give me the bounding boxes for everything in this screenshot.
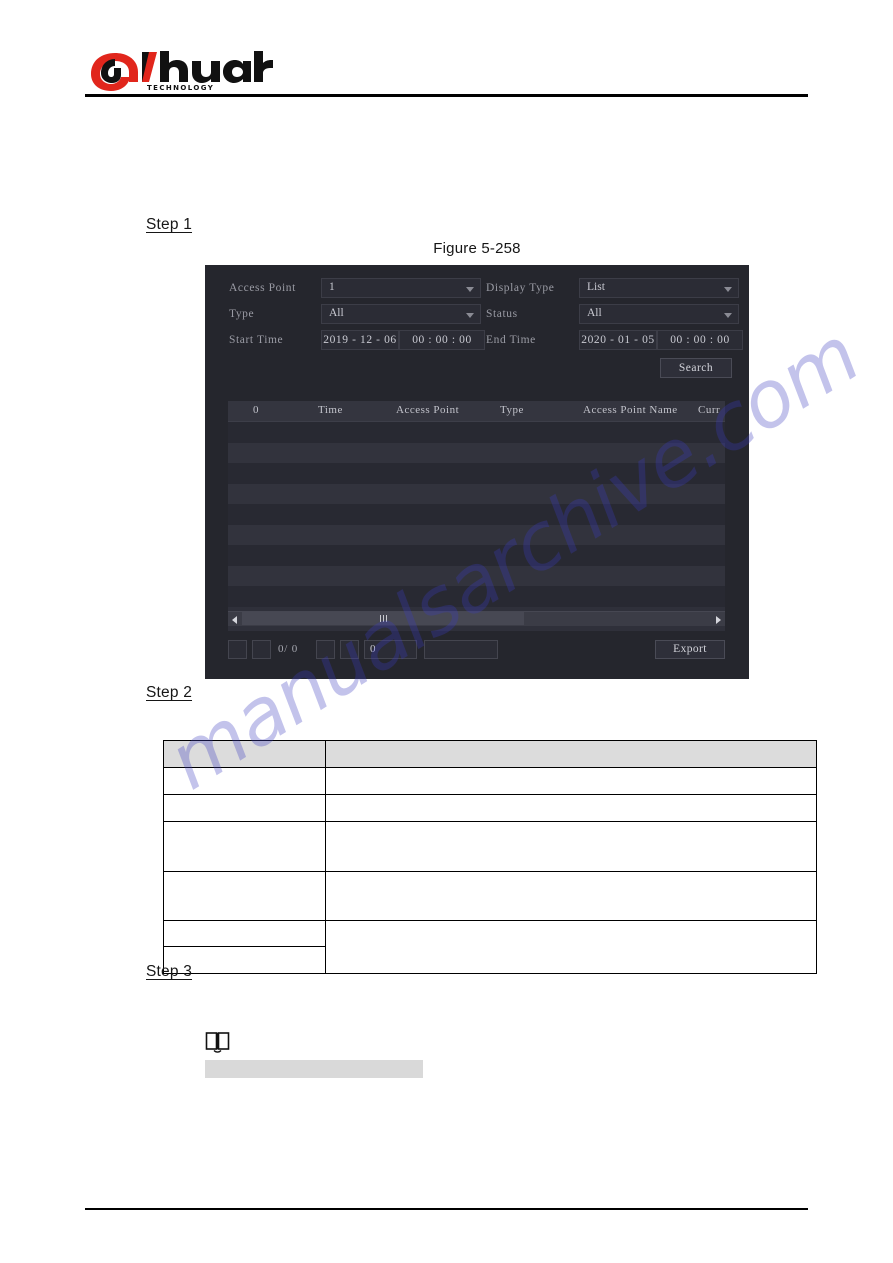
param-col-header-name	[163, 740, 326, 768]
table-row[interactable]	[228, 504, 725, 525]
table-row	[163, 767, 817, 795]
start-time-input[interactable]: 00 : 00 : 00	[399, 330, 485, 350]
page-header: TECHNOLOGY	[85, 44, 808, 97]
end-time-label: End Time	[486, 334, 536, 346]
table-header-row: 0 Time Access Point Type Access Point Name Cu…	[228, 401, 725, 422]
status-select[interactable]: All	[579, 304, 739, 324]
table-row[interactable]	[228, 586, 725, 607]
table-row	[163, 794, 817, 822]
chevron-down-icon	[724, 287, 732, 292]
access-point-select[interactable]: 1	[321, 278, 481, 298]
param-name-cell	[163, 920, 326, 947]
param-desc-cell	[325, 920, 817, 974]
horizontal-scrollbar[interactable]	[228, 611, 725, 626]
chevron-down-icon	[466, 313, 474, 318]
parameter-description-table	[163, 740, 817, 974]
display-type-label: Display Type	[486, 282, 555, 294]
table-row[interactable]	[228, 565, 725, 586]
step-1-label: Step 1	[146, 216, 193, 233]
column-header: Curr	[698, 404, 721, 416]
param-desc-cell	[325, 871, 817, 921]
column-header: Access Point	[396, 404, 460, 416]
first-page-button[interactable]	[228, 640, 247, 659]
access-records-table: 0 Time Access Point Type Access Point Name Cu…	[228, 401, 725, 631]
start-time-label: Start Time	[229, 334, 284, 346]
param-name-cell	[163, 871, 326, 921]
form-row-time-range: Start Time 2019 - 12 - 06 00 : 00 : 00 E…	[205, 330, 749, 356]
access-point-value: 1	[329, 281, 335, 293]
note-redacted-bar	[205, 1060, 423, 1078]
last-page-button[interactable]	[340, 640, 359, 659]
param-name-cell	[163, 794, 326, 822]
chevron-down-icon	[466, 287, 474, 292]
end-date-input[interactable]: 2020 - 01 - 05	[579, 330, 657, 350]
param-name-cell	[163, 821, 326, 872]
goto-page-button[interactable]	[424, 640, 498, 659]
display-type-value: List	[587, 281, 605, 293]
next-page-button[interactable]	[316, 640, 335, 659]
table-row[interactable]	[228, 422, 725, 443]
search-form: Access Point 1 Display Type List Type Al…	[205, 265, 749, 385]
scrollbar-thumb[interactable]	[242, 612, 524, 625]
start-date-input[interactable]: 2019 - 12 - 06	[321, 330, 399, 350]
access-point-label: Access Point	[229, 282, 296, 294]
column-header: Type	[500, 404, 524, 416]
type-label: Type	[229, 308, 255, 320]
status-value: All	[587, 307, 602, 319]
step-3-label: Step 3	[146, 963, 193, 980]
form-row-type: Type All Status All	[205, 304, 749, 330]
status-label: Status	[486, 308, 518, 320]
scroll-right-arrow-icon[interactable]	[711, 612, 725, 625]
footer-divider	[85, 1208, 808, 1210]
table-row	[163, 920, 817, 974]
page-count-label: 0/ 0	[278, 643, 299, 655]
param-col-header-description	[325, 740, 817, 768]
step-2-label: Step 2	[146, 684, 193, 701]
book-icon	[205, 1031, 231, 1055]
export-button[interactable]: Export	[655, 640, 725, 659]
device-ui-panel: Access Point 1 Display Type List Type Al…	[205, 265, 749, 679]
pagination-bar: 0/ 0 0 Export	[228, 639, 725, 661]
table-row[interactable]	[228, 442, 725, 463]
svg-text:TECHNOLOGY: TECHNOLOGY	[147, 84, 214, 92]
table-row[interactable]	[228, 483, 725, 504]
param-table-header-row	[163, 740, 817, 768]
param-desc-cell	[325, 794, 817, 822]
column-header: Time	[318, 404, 343, 416]
param-desc-cell	[325, 767, 817, 795]
table-row[interactable]	[228, 524, 725, 545]
table-row[interactable]	[228, 545, 725, 566]
form-row-access-point: Access Point 1 Display Type List	[205, 278, 749, 304]
table-row[interactable]	[228, 463, 725, 484]
previous-page-button[interactable]	[252, 640, 271, 659]
param-desc-cell	[325, 821, 817, 872]
type-select[interactable]: All	[321, 304, 481, 324]
figure-caption: Figure 5-258	[433, 240, 521, 257]
search-button[interactable]: Search	[660, 358, 732, 378]
table-row	[163, 821, 817, 872]
header-divider	[85, 94, 808, 97]
dahua-logo: TECHNOLOGY	[85, 48, 275, 92]
scroll-left-arrow-icon[interactable]	[228, 612, 242, 625]
display-type-select[interactable]: List	[579, 278, 739, 298]
table-row	[163, 871, 817, 921]
column-header: Access Point Name	[583, 404, 678, 416]
chevron-down-icon	[724, 313, 732, 318]
type-value: All	[329, 307, 344, 319]
table-body	[228, 422, 725, 610]
column-header: 0	[253, 404, 259, 416]
end-time-input[interactable]: 00 : 00 : 00	[657, 330, 743, 350]
param-name-cell	[163, 767, 326, 795]
page-number-input[interactable]: 0	[364, 640, 417, 659]
